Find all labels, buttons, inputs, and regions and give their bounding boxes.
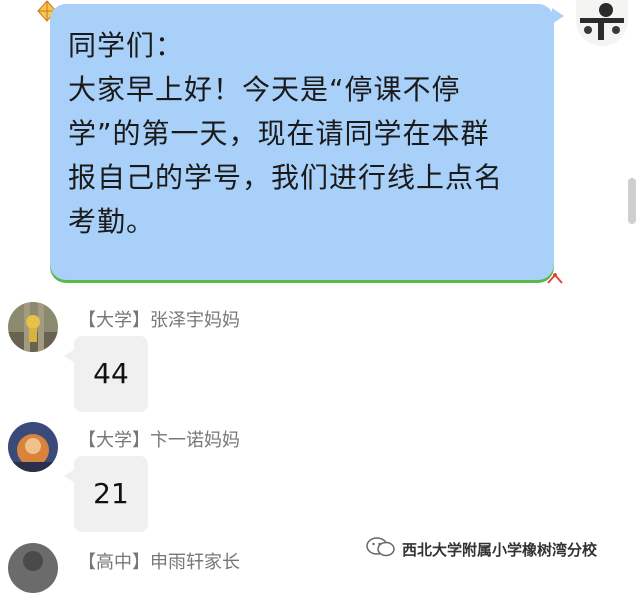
teacher-message-line: 报自己的学号，我们进行线上点名: [68, 161, 504, 194]
teacher-message-line: 同学们：: [68, 29, 185, 62]
watermark-text: 西北大学附属小学橡树湾分校: [402, 540, 598, 559]
teacher-bubble-tail: [552, 8, 564, 24]
avatar[interactable]: [8, 302, 58, 352]
avatar-self-icon[interactable]: [576, 0, 628, 46]
ribbon-icon: [546, 270, 564, 289]
chat-message-list[interactable]: 同学们： 大家早上好！今天是“停课不停 学”的第一天，现在请同学在本群 报自己的…: [0, 0, 640, 593]
message-bubble[interactable]: 21: [74, 456, 148, 532]
message-bubble[interactable]: 44: [74, 336, 148, 412]
sender-name: 【大学】卞一诺妈妈: [78, 430, 240, 451]
teacher-message-text: 同学们： 大家早上好！今天是“停课不停 学”的第一天，现在请同学在本群 报自己的…: [68, 24, 548, 244]
teacher-message-line: 考勤。: [68, 205, 156, 238]
avatar[interactable]: [8, 543, 58, 593]
avatar[interactable]: [8, 422, 58, 472]
sender-name: 【大学】张泽宇妈妈: [78, 310, 240, 331]
sender-name: 【高中】申雨轩家长: [78, 552, 240, 573]
scrollbar-thumb[interactable]: [628, 178, 636, 224]
teacher-message-line: 大家早上好！今天是“停课不停: [68, 73, 461, 106]
watermark: 西北大学附属小学橡树湾分校: [366, 537, 598, 561]
teacher-message-line: 学”的第一天，现在请同学在本群: [68, 117, 490, 150]
wechat-logo-icon: [366, 537, 396, 561]
